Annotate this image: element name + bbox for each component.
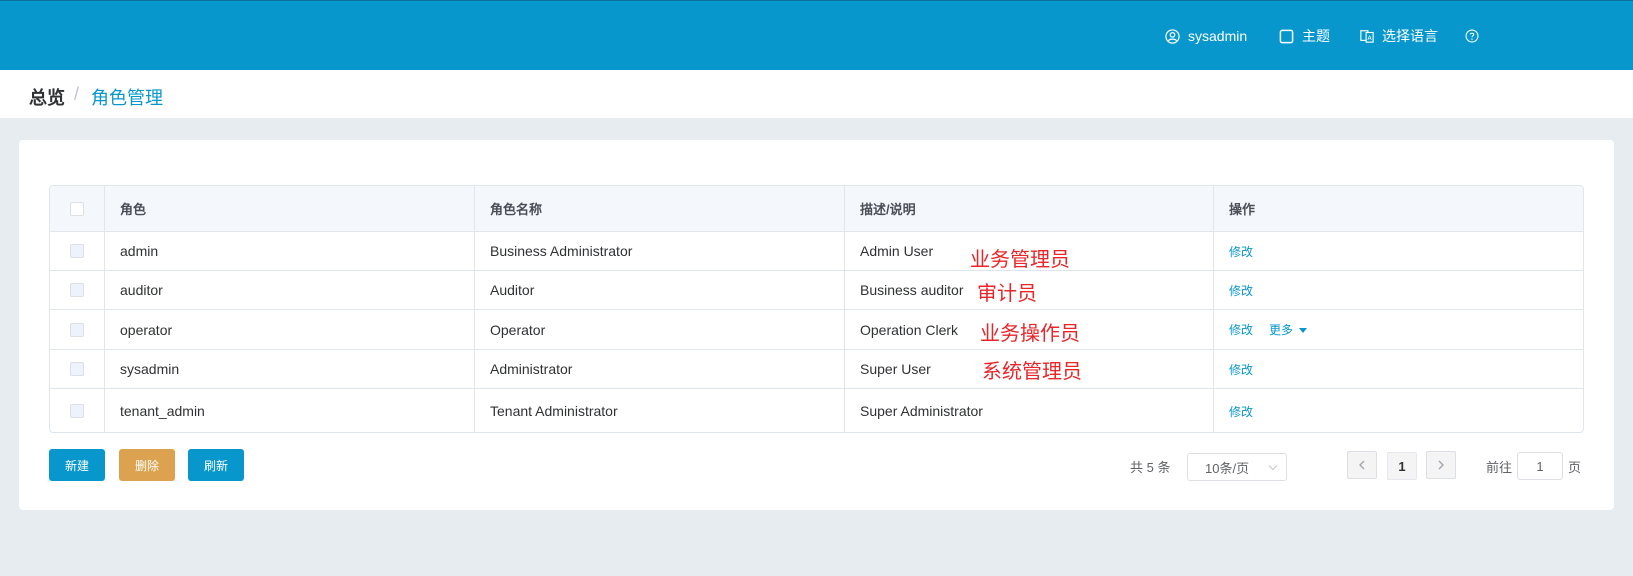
- new-button[interactable]: 新建: [49, 449, 105, 481]
- table-row: admin Business Administrator Admin User …: [50, 232, 1583, 271]
- table-row: auditor Auditor Business auditor 修改: [50, 271, 1583, 310]
- username-label: sysadmin: [1188, 28, 1248, 44]
- page-size-select[interactable]: 10条/页: [1187, 453, 1287, 481]
- help-button[interactable]: [1465, 26, 1487, 46]
- row-checkbox[interactable]: [70, 322, 84, 337]
- breadcrumb-current: 角色管理: [91, 88, 163, 108]
- column-header-actions: 操作: [1229, 202, 1256, 217]
- table-row: tenant_admin Tenant Administrator Super …: [50, 389, 1583, 432]
- cell-role-name: Auditor: [475, 271, 845, 309]
- table-row: sysadmin Administrator Super User 修改: [50, 350, 1583, 389]
- refresh-button[interactable]: 刷新: [188, 449, 244, 481]
- goto-page-input[interactable]: 1: [1517, 452, 1563, 480]
- cell-role: admin: [105, 232, 475, 270]
- theme-menu[interactable]: 主题: [1279, 26, 1330, 46]
- row-checkbox[interactable]: [70, 244, 84, 258]
- delete-button[interactable]: 删除: [119, 449, 175, 481]
- column-header-role: 角色: [105, 186, 475, 231]
- column-header-description: 描述/说明: [845, 186, 1214, 231]
- chevron-left-icon: [1359, 460, 1365, 470]
- more-dropdown[interactable]: 更多: [1269, 321, 1308, 338]
- next-page-button[interactable]: [1426, 451, 1456, 479]
- cell-role-name: Operator: [475, 310, 845, 349]
- cell-role-name: Administrator: [475, 350, 845, 388]
- row-checkbox[interactable]: [70, 283, 84, 297]
- edit-link[interactable]: 修改: [1229, 321, 1253, 338]
- goto-label: 前往: [1486, 460, 1513, 475]
- language-icon: A: [1360, 30, 1374, 43]
- language-menu[interactable]: A 选择语言: [1360, 26, 1438, 46]
- cell-description: Super Administrator: [845, 389, 1214, 432]
- cell-role-name: Business Administrator: [475, 232, 845, 270]
- edit-link[interactable]: 修改: [1229, 403, 1253, 420]
- user-menu[interactable]: sysadmin: [1165, 26, 1247, 46]
- column-header-role-name: 角色名称: [475, 186, 845, 231]
- chevron-down-icon: [1268, 461, 1278, 471]
- prev-page-button[interactable]: [1347, 451, 1377, 479]
- question-circle-icon: [1465, 29, 1479, 43]
- pagination-total: 共 5 条: [1130, 460, 1171, 475]
- theme-label: 主题: [1302, 28, 1330, 44]
- cell-role: auditor: [105, 271, 475, 309]
- select-all-checkbox[interactable]: [70, 201, 84, 216]
- breadcrumb: 总览 / 角色管理: [0, 70, 1633, 118]
- page-suffix-label: 页: [1568, 460, 1582, 475]
- chevron-right-icon: [1438, 460, 1444, 470]
- more-label: 更多: [1269, 323, 1294, 337]
- annotation-label: 系统管理员: [982, 359, 1082, 383]
- cell-role-name: Tenant Administrator: [475, 389, 845, 432]
- row-checkbox[interactable]: [70, 362, 84, 376]
- page-number[interactable]: 1: [1387, 452, 1417, 480]
- page-size-value: 10条/页: [1205, 460, 1250, 476]
- top-navbar: sysadmin 主题 A 选择语言: [0, 0, 1633, 70]
- annotation-label: 审计员: [977, 281, 1037, 305]
- table-row: operator Operator Operation Clerk 修改 更多: [50, 310, 1583, 350]
- theme-icon: [1279, 29, 1294, 43]
- row-checkbox[interactable]: [70, 404, 84, 418]
- table-header: 角色 角色名称 描述/说明 操作: [50, 186, 1583, 232]
- cell-role: tenant_admin: [105, 389, 475, 432]
- roles-table: 角色 角色名称 描述/说明 操作 admin Business Administ…: [49, 185, 1584, 433]
- edit-link[interactable]: 修改: [1229, 361, 1253, 378]
- language-label: 选择语言: [1382, 28, 1438, 44]
- breadcrumb-home[interactable]: 总览: [29, 84, 65, 110]
- annotation-label: 业务操作员: [980, 321, 1080, 345]
- annotation-label: 业务管理员: [970, 247, 1070, 271]
- user-icon: [1165, 28, 1180, 44]
- edit-link[interactable]: 修改: [1229, 243, 1253, 260]
- edit-link[interactable]: 修改: [1229, 282, 1253, 299]
- cell-role: sysadmin: [105, 350, 475, 388]
- caret-down-icon: [1299, 328, 1308, 334]
- cell-role: operator: [105, 310, 475, 349]
- breadcrumb-separator: /: [74, 84, 80, 104]
